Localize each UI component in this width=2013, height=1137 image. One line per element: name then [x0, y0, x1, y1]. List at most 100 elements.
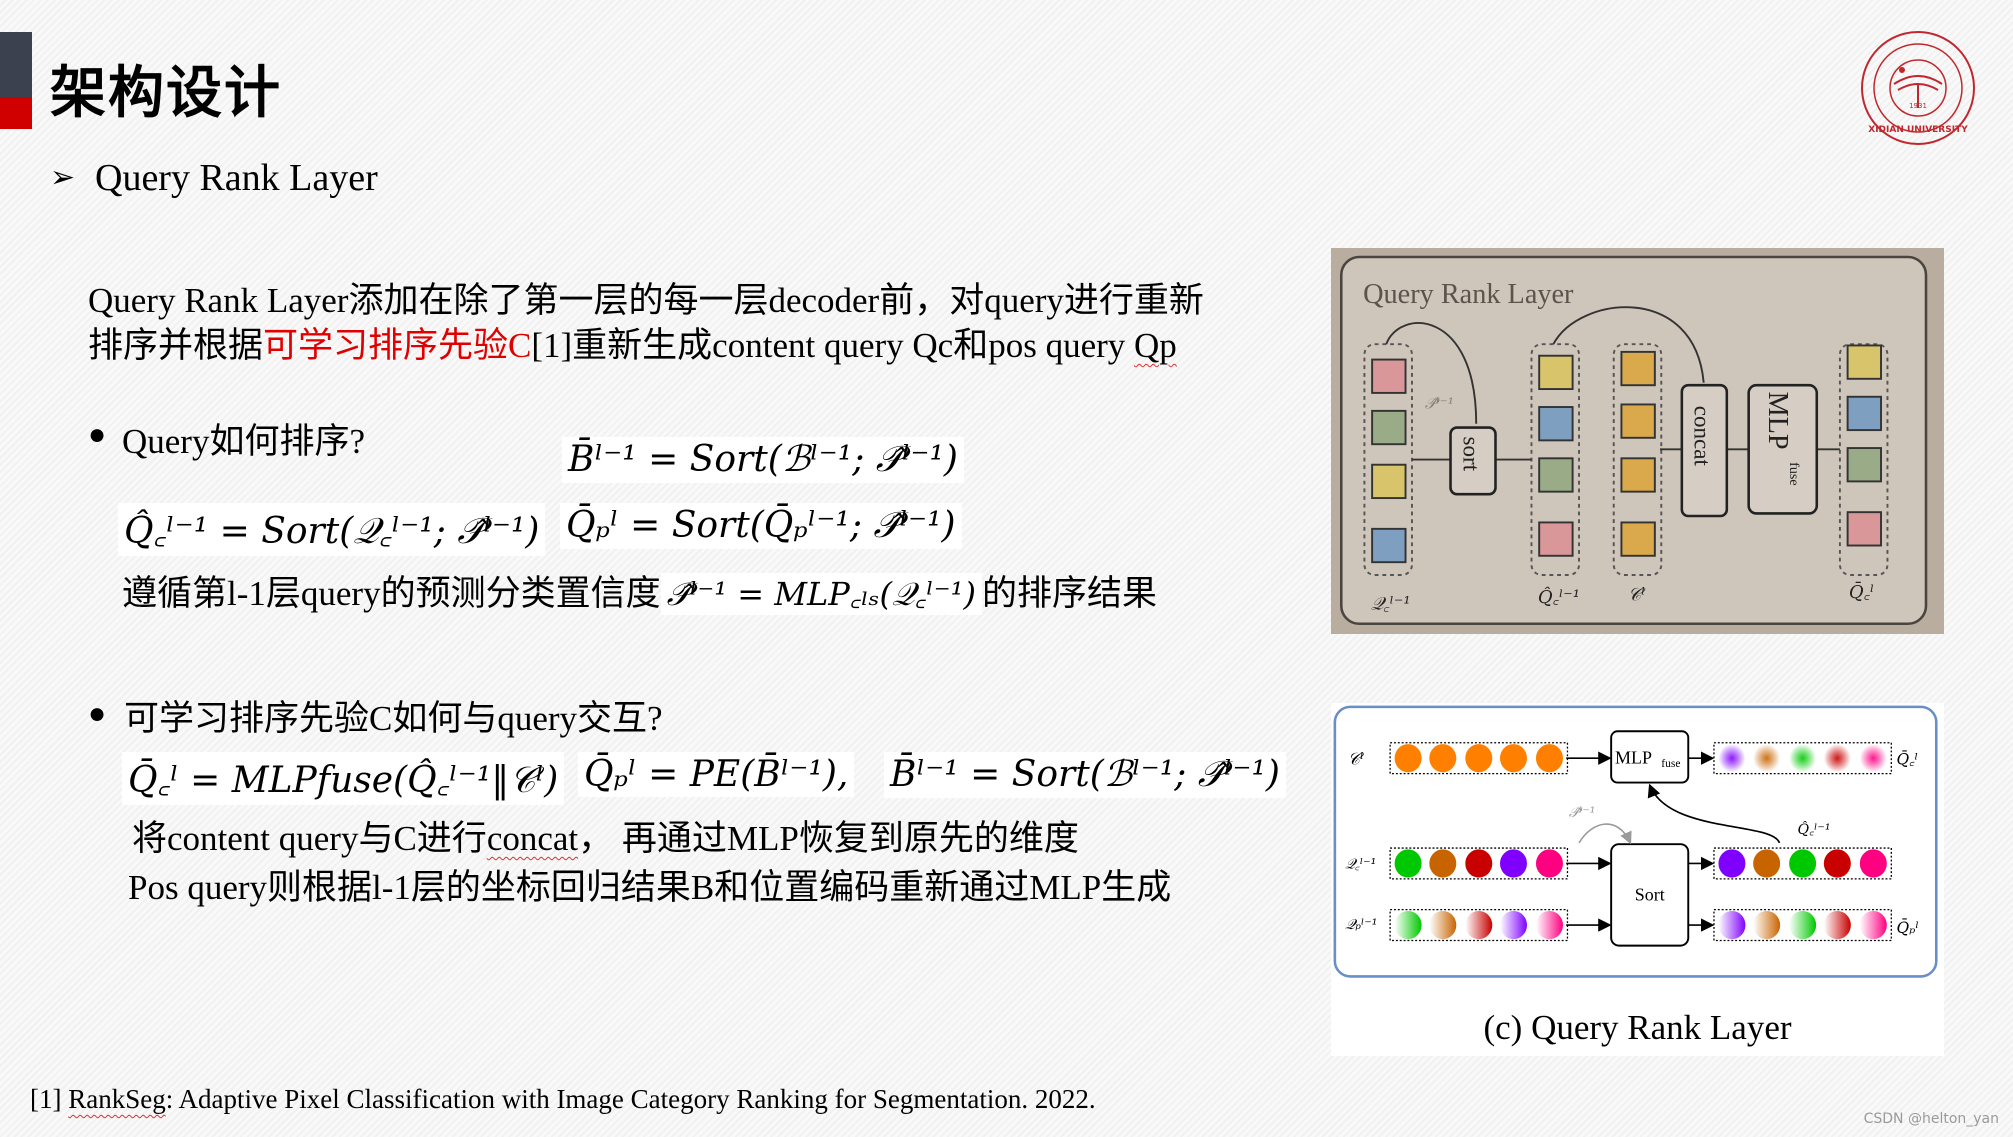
- qc-in-dot: [1535, 849, 1563, 878]
- c-query-dot: [1394, 744, 1422, 773]
- photo-mlp-sub: fuse: [1786, 462, 1802, 485]
- qc-out-dot: [1823, 744, 1851, 773]
- qp-in-dot: [1394, 910, 1422, 940]
- photo-concat-label: concat: [1690, 406, 1716, 467]
- section1-explanation: 遵循第l-1层query的预测分类置信度 𝒫̂ˡ⁻¹ = MLP꜀ₗₛ(𝒬꜀ˡ⁻¹…: [122, 565, 1157, 616]
- qc-out-dot: [1753, 744, 1781, 773]
- photo-query-square: [1620, 350, 1656, 387]
- qc-in-label: 𝒬꜀ˡ⁻¹: [1345, 857, 1376, 873]
- query-rank-layer-diagram: MLP fuse Sort 𝒫̂ˡ⁻¹ Q̂꜀ˡ⁻¹ 𝒞ˡ 𝒬꜀ˡ⁻¹ 𝒬ₚˡ⁻…: [1331, 703, 1944, 1056]
- qc-in-dot: [1429, 849, 1457, 878]
- qc-out-dot: [1789, 744, 1817, 773]
- qp-in-dot: [1465, 910, 1493, 940]
- qp-out-dot: [1789, 910, 1817, 940]
- photo-query-square: [1620, 521, 1656, 557]
- c-query-dot: [1465, 744, 1493, 773]
- line1-suffix: ， 再通过MLP恢复到原先的维度: [578, 819, 1079, 858]
- qp-out-dot: [1753, 910, 1781, 940]
- qc-in-dot: [1394, 849, 1422, 878]
- section2-line-1: 将content query与C进行concat， 再通过MLP恢复到原先的维度: [132, 810, 1079, 861]
- footnote-prefix: [1]: [30, 1084, 69, 1114]
- qp-out-dot: [1859, 910, 1887, 940]
- svg-text:XIDIAN UNIVERSITY: XIDIAN UNIVERSITY: [1868, 125, 1968, 135]
- photo-query-square: [1538, 521, 1574, 557]
- bullet-icon: ●: [88, 418, 107, 451]
- photo-query-square: [1620, 403, 1656, 439]
- formula-b-sort-2: B̄ˡ⁻¹ = Sort(ℬˡ⁻¹; 𝒫̂ˡ⁻¹): [884, 752, 1286, 798]
- photo-col-label: 𝒞ˡ: [1628, 585, 1646, 606]
- formula-qc-mlp: Q̄꜀ˡ = MLPfuse(Q̂꜀ˡ⁻¹‖𝒞ˡ): [122, 752, 565, 805]
- arrow-bullet-icon: ➢: [50, 161, 76, 194]
- photo-query-square: [1538, 457, 1574, 493]
- qc-sorted-dot: [1859, 849, 1887, 878]
- photo-sort-label: sort: [1458, 437, 1484, 472]
- footnote-rest: : Adaptive Pixel Classification with Ima…: [165, 1084, 1096, 1114]
- page-title: 架构设计: [50, 61, 282, 126]
- explain-suffix: 的排序结果: [981, 574, 1157, 613]
- qp-out-label: Q̄ₚˡ: [1896, 919, 1919, 937]
- photo-query-square: [1538, 354, 1574, 391]
- qc-sorted-dot: [1753, 849, 1781, 878]
- photo-p-label: 𝒫̂ˡ⁻¹: [1425, 394, 1454, 412]
- photo-query-square: [1371, 358, 1407, 394]
- qc-in-dot: [1499, 849, 1527, 878]
- title-accent-bar-dark: [0, 32, 32, 97]
- formula-qp-sort: Q̄ₚˡ = Sort(Q̄ₚˡ⁻¹; 𝒫̂ˡ⁻¹): [560, 503, 962, 549]
- photo-frame: [1339, 255, 1928, 626]
- photo-query-square: [1846, 511, 1882, 547]
- qc-sorted-dot: [1789, 849, 1817, 878]
- formula-p-mlp: 𝒫̂ˡ⁻¹ = MLP꜀ₗₛ(𝒬꜀ˡ⁻¹): [660, 573, 982, 615]
- photo-query-square: [1371, 463, 1407, 500]
- qc-out-dot: [1859, 744, 1887, 773]
- section2-line-2: Pos query则根据l-1层的坐标回归结果B和位置编码重新通过MLP生成: [128, 868, 1172, 907]
- section2-heading: 可学习排序先验C如何与query交互?: [124, 699, 663, 738]
- photo-query-square: [1846, 395, 1882, 432]
- photo-query-square: [1846, 344, 1882, 380]
- qhat-label: Q̂꜀ˡ⁻¹: [1797, 820, 1830, 838]
- photo-col-label: 𝒬꜀ˡ⁻¹: [1371, 594, 1411, 615]
- mlp-label: MLP: [1615, 747, 1652, 767]
- qp-out-dot: [1718, 910, 1746, 940]
- qp-in-dot: [1535, 910, 1563, 940]
- section-subtitle: Query Rank Layer: [95, 157, 378, 199]
- qc-out-label: Q̄꜀ˡ: [1896, 751, 1918, 769]
- intro-line-2: 排序并根据可学习排序先验C[1]重新生成content query Qc和pos…: [88, 317, 1177, 368]
- c-label: 𝒞ˡ: [1348, 750, 1365, 769]
- qp-in-dot: [1499, 910, 1527, 940]
- qp-in-label: 𝒬ₚˡ⁻¹: [1345, 917, 1377, 933]
- line1-text: 将content query与C进行: [132, 819, 487, 858]
- line1-concat: concat: [486, 819, 579, 858]
- qc-in-dot: [1465, 849, 1493, 878]
- svg-text:1931: 1931: [1909, 102, 1927, 110]
- qc-out-dot: [1718, 744, 1746, 773]
- photo-mlp-label: MLP: [1762, 392, 1793, 450]
- footnote: [1] RankSeg: Adaptive Pixel Classificati…: [30, 1084, 1096, 1115]
- diagram-caption: (c) Query Rank Layer: [1483, 1008, 1792, 1047]
- qc-sorted-dot: [1823, 849, 1851, 878]
- intro-text: 排序并根据: [88, 326, 264, 365]
- explain-prefix: 遵循第l-1层query的预测分类置信度: [122, 574, 661, 613]
- intro-text-suffix: [1]重新生成content query Qc和pos query: [531, 326, 1135, 365]
- formula-qc-sort: Q̂꜀ˡ⁻¹ = Sort(𝒬꜀ˡ⁻¹; 𝒫̂ˡ⁻¹): [118, 503, 546, 556]
- query-rank-layer-photo: Query Rank Layer 𝒫̂ˡ⁻¹ sort concat MLP f…: [1331, 248, 1944, 634]
- photo-query-square: [1846, 447, 1882, 483]
- formula-b-sort: B̄ˡ⁻¹ = Sort(ℬˡ⁻¹; 𝒫̂ˡ⁻¹): [562, 437, 964, 483]
- intro-qp: Qp: [1134, 326, 1177, 365]
- watermark: CSDN @helton_yan: [1863, 1111, 1999, 1127]
- photo-col-label: Q̄꜀ˡ: [1849, 580, 1874, 603]
- p-hat-label: 𝒫̂ˡ⁻¹: [1569, 805, 1596, 821]
- photo-query-square: [1371, 409, 1407, 446]
- photo-query-square: [1620, 457, 1656, 493]
- photo-query-square: [1371, 527, 1407, 564]
- intro-highlight: 可学习排序先验C: [263, 326, 532, 365]
- formula-qp-pe: Q̄ₚˡ = PE(B̄ˡ⁻¹),: [578, 752, 855, 797]
- qc-sorted-dot: [1718, 849, 1746, 878]
- mlp-sub-label: fuse: [1661, 758, 1680, 770]
- section1-heading: Query如何排序?: [122, 422, 366, 461]
- sort-label: Sort: [1635, 885, 1665, 905]
- photo-col-label: Q̂꜀ˡ⁻¹: [1538, 586, 1580, 608]
- photo-query-square: [1538, 406, 1574, 442]
- xidian-university-logo: 1931 XIDIAN UNIVERSITY: [1861, 31, 1975, 145]
- qp-out-dot: [1823, 910, 1851, 940]
- c-query-dot: [1535, 744, 1563, 773]
